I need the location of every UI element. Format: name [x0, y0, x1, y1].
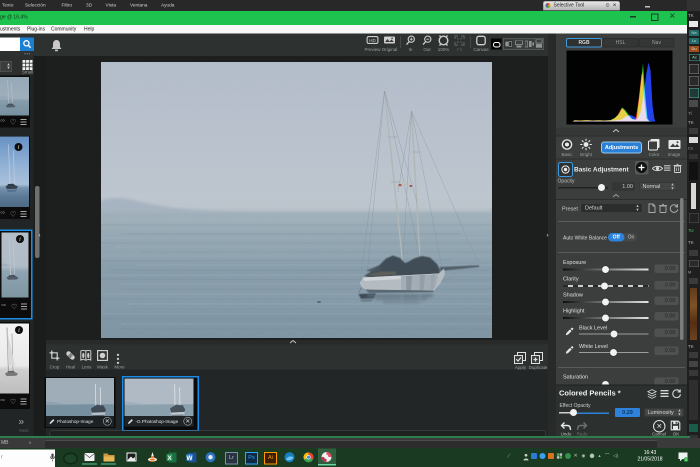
- svg-text:W: W: [186, 455, 193, 462]
- svg-text:X: X: [167, 455, 172, 462]
- svg-text:HD: HD: [369, 38, 376, 43]
